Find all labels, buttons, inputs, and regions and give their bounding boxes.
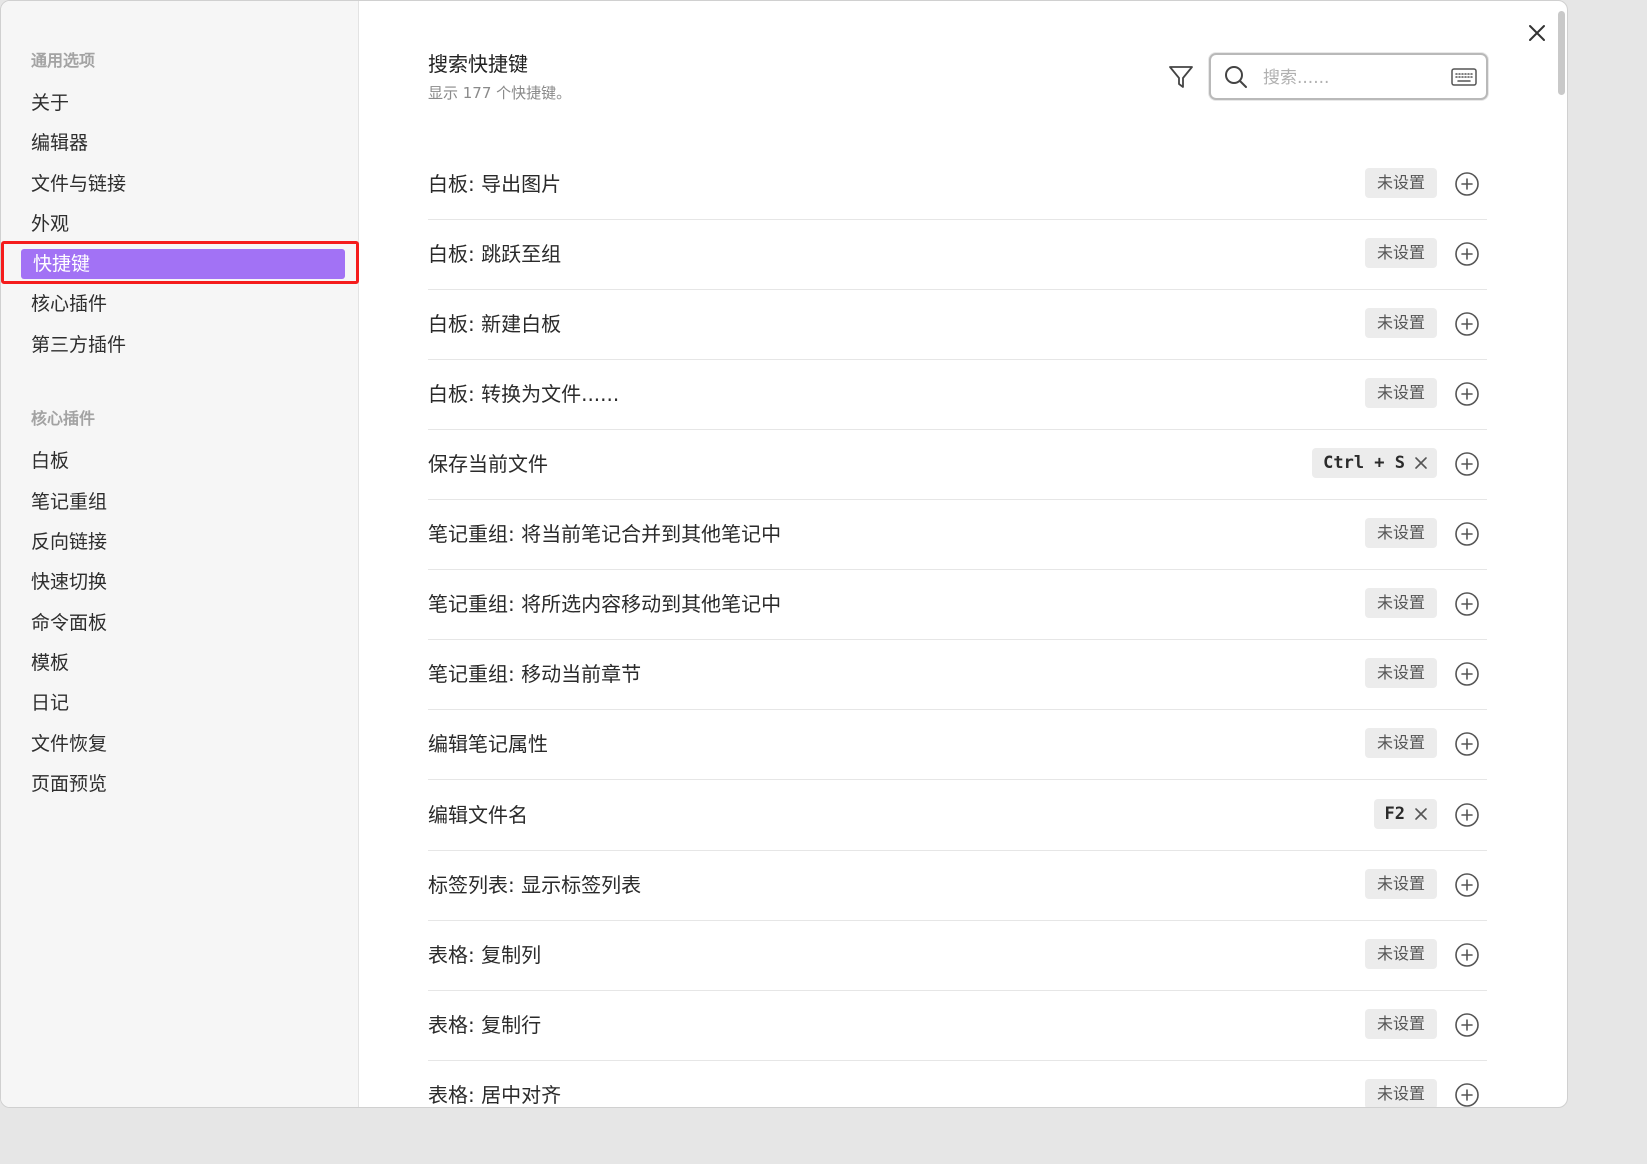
add-hotkey-icon[interactable] [1454,521,1480,547]
add-hotkey-icon[interactable] [1454,381,1480,407]
command-label: 编辑文件名 [428,803,528,827]
command-label: 编辑笔记属性 [428,732,548,756]
unset-badge: 未设置 [1364,1009,1437,1039]
search-icon [1225,66,1247,88]
active-item-highlight: 快捷键 [1,241,359,284]
filter-button[interactable] [1166,62,1196,92]
hotkey-row: 编辑笔记属性 未设置 [428,710,1487,780]
remove-hotkey-icon[interactable] [1413,806,1429,822]
close-icon [1529,25,1545,41]
hotkey-keys: F2 [1384,804,1405,824]
sidebar-item-command-palette[interactable]: 命令面板 [31,611,107,635]
command-label: 笔记重组: 将当前笔记合并到其他笔记中 [428,522,782,546]
search-box[interactable] [1209,53,1488,100]
sidebar-item-page-preview[interactable]: 页面预览 [31,772,107,796]
sidebar-item-daily-notes[interactable]: 日记 [31,691,69,715]
unset-badge: 未设置 [1364,1079,1437,1107]
add-hotkey-icon[interactable] [1454,1012,1480,1038]
sidebar-item-file-recovery[interactable]: 文件恢复 [31,732,107,756]
hotkey-binding: F2 [1373,799,1437,829]
command-label: 白板: 导出图片 [428,172,562,196]
sidebar-item-note-composer[interactable]: 笔记重组 [31,490,107,514]
sidebar-heading-core-plugins: 核心插件 [31,409,96,428]
hotkey-row: 编辑文件名 F2 [428,781,1487,851]
sidebar-item-backlinks[interactable]: 反向链接 [31,530,107,554]
command-label: 表格: 居中对齐 [428,1083,562,1107]
add-hotkey-icon[interactable] [1454,731,1480,757]
hotkey-row: 笔记重组: 移动当前章节 未设置 [428,640,1487,710]
unset-badge: 未设置 [1364,238,1437,268]
hotkey-row: 保存当前文件 Ctrl + S [428,430,1487,500]
sidebar-item-core-plugins[interactable]: 核心插件 [31,292,107,316]
add-hotkey-icon[interactable] [1454,241,1480,267]
unset-badge: 未设置 [1364,378,1437,408]
add-hotkey-icon[interactable] [1454,942,1480,968]
hotkey-row: 表格: 复制列 未设置 [428,921,1487,991]
unset-badge: 未设置 [1364,658,1437,688]
hotkey-row: 白板: 转换为文件...... 未设置 [428,360,1487,430]
add-hotkey-icon[interactable] [1454,591,1480,617]
hotkey-keys: Ctrl + S [1323,453,1405,473]
command-label: 白板: 新建白板 [428,312,562,336]
filter-icon [1169,66,1193,88]
command-label: 笔记重组: 移动当前章节 [428,662,642,686]
command-label: 白板: 跳跃至组 [428,242,562,266]
add-hotkey-icon[interactable] [1454,802,1480,828]
keyboard-icon[interactable] [1451,67,1477,87]
hotkey-row: 白板: 跳跃至组 未设置 [428,220,1487,290]
sidebar-item-appearance[interactable]: 外观 [31,212,69,236]
hotkey-row: 笔记重组: 将所选内容移动到其他笔记中 未设置 [428,570,1487,640]
sidebar-item-files-links[interactable]: 文件与链接 [31,172,126,196]
hotkey-row: 笔记重组: 将当前笔记合并到其他笔记中 未设置 [428,500,1487,570]
add-hotkey-icon[interactable] [1454,451,1480,477]
settings-sidebar: 通用选项 关于 编辑器 文件与链接 外观 快捷键 核心插件 第三方插件 核心插件… [1,1,359,1107]
hotkey-row: 白板: 新建白板 未设置 [428,290,1487,360]
command-label: 表格: 复制列 [428,943,542,967]
add-hotkey-icon[interactable] [1454,171,1480,197]
sidebar-item-quick-switcher[interactable]: 快速切换 [31,570,107,594]
command-label: 笔记重组: 将所选内容移动到其他笔记中 [428,592,782,616]
unset-badge: 未设置 [1364,168,1437,198]
unset-badge: 未设置 [1364,518,1437,548]
add-hotkey-icon[interactable] [1454,872,1480,898]
sidebar-item-canvas[interactable]: 白板 [31,449,69,473]
sidebar-item-about[interactable]: 关于 [31,91,69,115]
search-input[interactable] [1261,63,1445,93]
close-button[interactable] [1523,19,1551,47]
unset-badge: 未设置 [1364,869,1437,899]
unset-badge: 未设置 [1364,588,1437,618]
command-label: 标签列表: 显示标签列表 [428,873,642,897]
add-hotkey-icon[interactable] [1454,311,1480,337]
sidebar-item-editor[interactable]: 编辑器 [31,131,88,155]
hotkey-binding: Ctrl + S [1312,448,1437,478]
sidebar-item-templates[interactable]: 模板 [31,651,69,675]
sidebar-item-hotkeys[interactable]: 快捷键 [21,249,345,279]
command-label: 表格: 复制行 [428,1013,542,1037]
hotkey-row: 表格: 复制行 未设置 [428,991,1487,1061]
hotkey-row: 标签列表: 显示标签列表 未设置 [428,851,1487,921]
add-hotkey-icon[interactable] [1454,1082,1480,1108]
sidebar-item-community-plugins[interactable]: 第三方插件 [31,333,126,357]
unset-badge: 未设置 [1364,728,1437,758]
page-title: 搜索快捷键 [428,52,528,76]
hotkey-row: 表格: 居中对齐 未设置 [428,1061,1487,1108]
remove-hotkey-icon[interactable] [1413,455,1429,471]
hotkey-row: 白板: 导出图片 未设置 [428,150,1487,220]
command-label: 保存当前文件 [428,452,548,476]
sidebar-heading-general: 通用选项 [31,51,96,70]
unset-badge: 未设置 [1364,308,1437,338]
unset-badge: 未设置 [1364,939,1437,969]
scrollbar-thumb[interactable] [1558,11,1565,95]
hotkey-count: 显示 177 个快捷键。 [428,84,572,102]
command-label: 白板: 转换为文件...... [428,382,620,406]
settings-window: 通用选项 关于 编辑器 文件与链接 外观 快捷键 核心插件 第三方插件 核心插件… [0,0,1568,1108]
add-hotkey-icon[interactable] [1454,661,1480,687]
